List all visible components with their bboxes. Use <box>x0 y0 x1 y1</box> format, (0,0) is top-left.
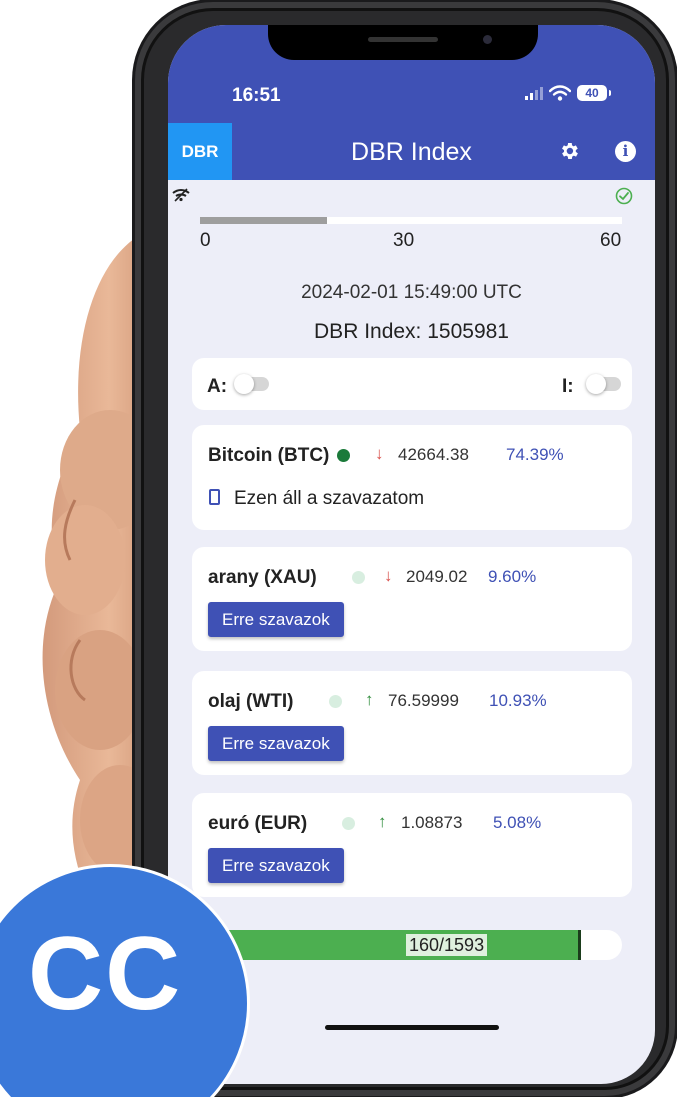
asset-price: 42664.38 <box>398 445 469 464</box>
connection-icon <box>172 188 190 202</box>
phone-screen: 16:51 40 DBR DBR Index i 0 30 60 2024-02… <box>168 25 655 1084</box>
asset-price: 1.08873 <box>401 813 463 832</box>
trend-arrow-eur: ↑ <box>378 812 387 831</box>
vote-button-eur[interactable]: Erre szavazok <box>208 848 344 883</box>
screenshot-stage: 16:51 40 DBR DBR Index i 0 30 60 2024-02… <box>0 0 677 1097</box>
vote-progress-label: 160/1593 <box>406 934 488 956</box>
asset-price: 76.59999 <box>388 691 459 710</box>
toggle-i-knob <box>586 374 606 394</box>
battery-icon: 40 <box>577 85 611 101</box>
asset-name: arany (XAU) <box>208 567 317 588</box>
asset-share: 5.08% <box>493 813 542 832</box>
toggle-a-switch[interactable] <box>234 374 269 394</box>
timer-progress-fill <box>200 217 327 224</box>
index-timestamp: 2024-02-01 15:49:00 UTC <box>301 282 522 303</box>
asset-card-eur: euró (EUR) ↑ 1.08873 5.08% Erre szavazok <box>192 793 632 897</box>
trend-arrow-xau: ↓ <box>384 566 393 585</box>
timer-label-start: 0 <box>200 230 211 251</box>
vote-button-wti[interactable]: Erre szavazok <box>208 726 344 761</box>
vote-button-xau[interactable]: Erre szavazok <box>208 602 344 637</box>
status-time: 16:51 <box>232 85 281 106</box>
asset-share: 74.39% <box>506 445 564 464</box>
asset-name: olaj (WTI) <box>208 691 294 712</box>
asset-card-btc: Bitcoin (BTC) ↓ 42664.38 74.39% Ezen áll… <box>192 425 632 530</box>
trend-arrow-wti: ↑ <box>365 690 374 709</box>
check-circle-icon <box>615 187 633 205</box>
toggle-a-knob <box>234 374 254 394</box>
info-icon[interactable]: i <box>615 141 636 162</box>
cc-badge-text: CC <box>28 916 183 1032</box>
toggle-a-label: A: <box>207 376 228 397</box>
timer-label-end: 60 <box>600 230 622 251</box>
timer-progress-track <box>200 217 622 224</box>
toggle-card: A: I: <box>192 358 632 410</box>
status-dot-xau <box>352 571 365 584</box>
timer-label-mid: 30 <box>393 230 415 251</box>
asset-card-wti: olaj (WTI) ↑ 76.59999 10.93% Erre szavaz… <box>192 671 632 775</box>
my-vote-text: Ezen áll a szavazatom <box>234 488 425 509</box>
dbr-index-value: DBR Index: 1505981 <box>314 320 509 343</box>
asset-share: 10.93% <box>489 691 547 710</box>
status-dot-eur <box>342 817 355 830</box>
asset-card-xau: arany (XAU) ↓ 2049.02 9.60% Erre szavazo… <box>192 547 632 651</box>
notch-speaker <box>368 37 438 42</box>
wifi-icon <box>549 85 571 101</box>
asset-share: 9.60% <box>488 567 537 586</box>
asset-price: 2049.02 <box>406 567 468 586</box>
phone-icon <box>209 489 220 505</box>
home-indicator[interactable] <box>325 1025 499 1030</box>
phone-notch <box>268 25 538 60</box>
asset-name: Bitcoin (BTC) <box>208 445 330 466</box>
notch-camera <box>483 35 492 44</box>
signal-icon <box>525 86 543 100</box>
status-dot-btc <box>337 449 350 462</box>
gear-icon[interactable] <box>558 140 580 162</box>
vote-progress-fill <box>212 930 581 960</box>
status-dot-wti <box>329 695 342 708</box>
trend-arrow-btc: ↓ <box>375 444 384 463</box>
asset-name: euró (EUR) <box>208 813 308 834</box>
app-title: DBR Index <box>351 138 472 166</box>
toggle-i-label: I: <box>562 376 574 397</box>
vote-progress-track: 160/1593 <box>212 930 622 960</box>
toggle-i-switch[interactable] <box>586 374 621 394</box>
status-icons: 40 <box>525 85 611 101</box>
